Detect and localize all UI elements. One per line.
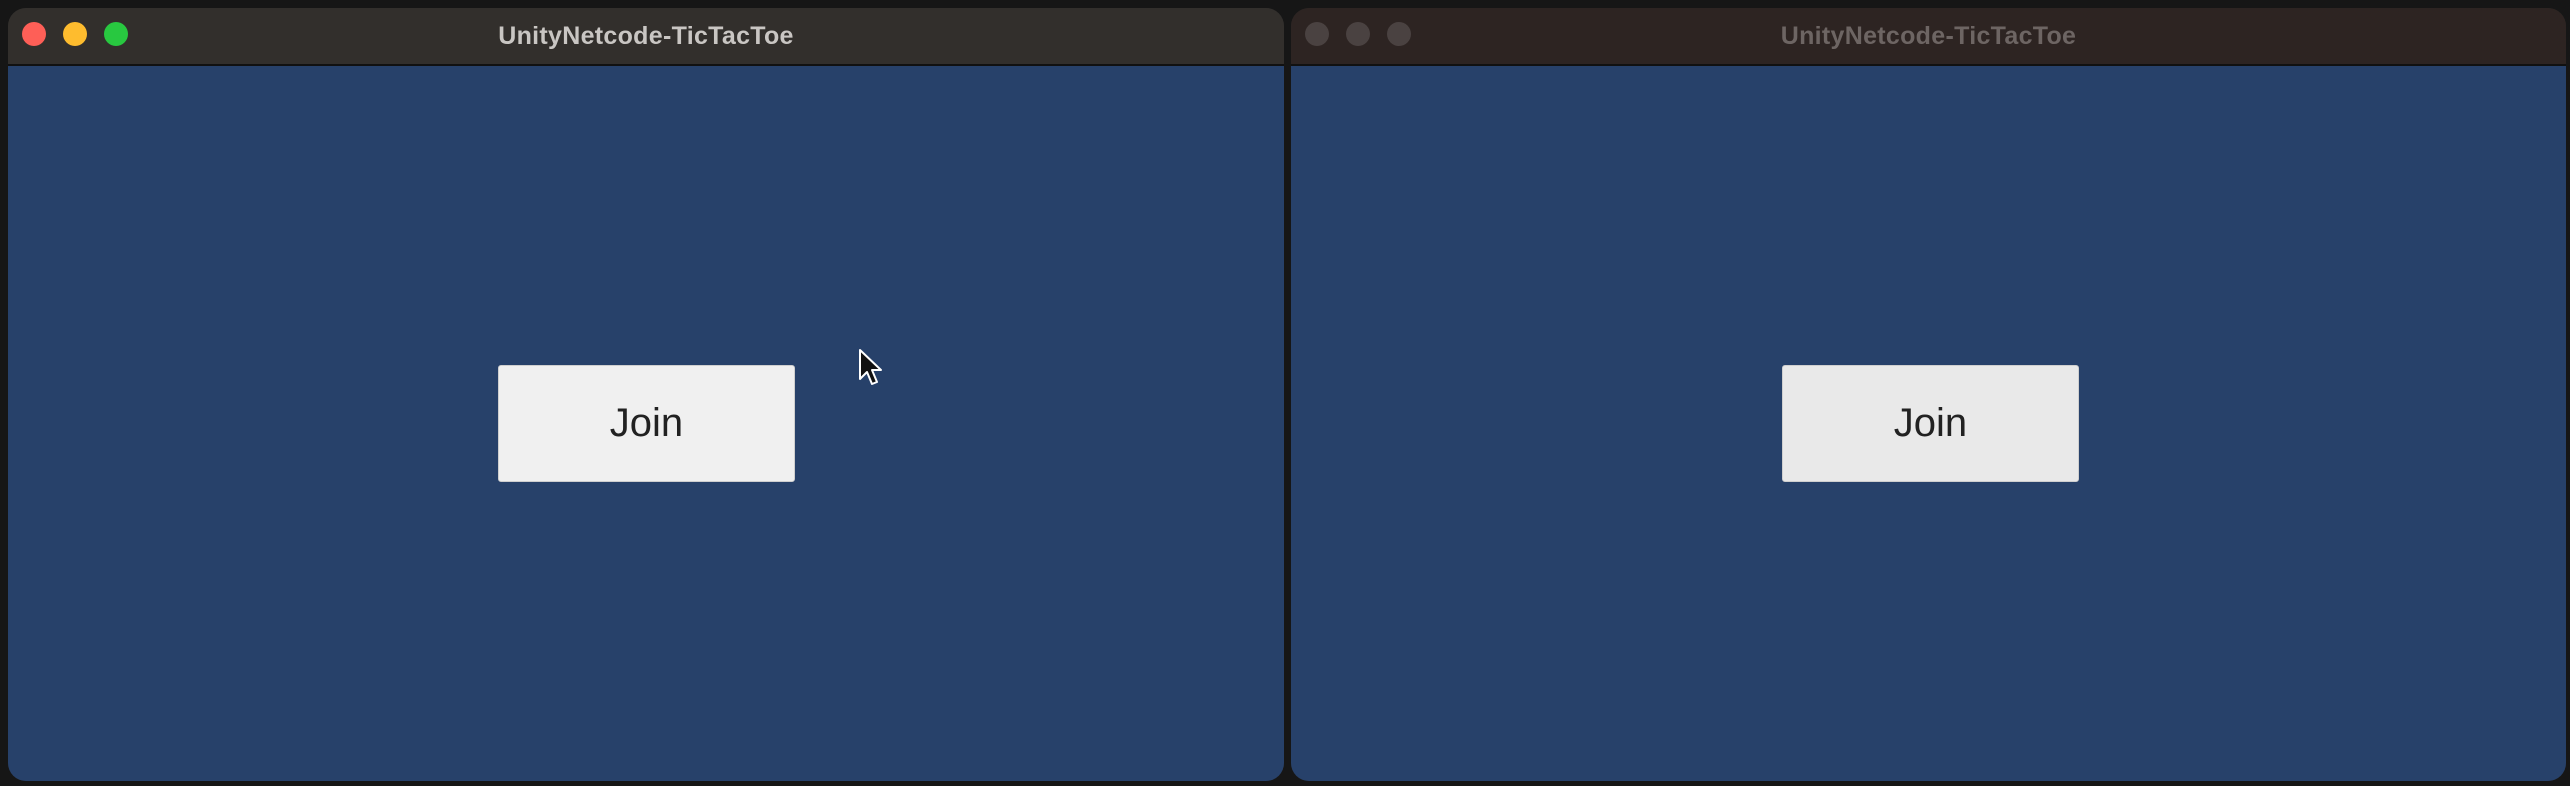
window-titlebar[interactable]: UnityNetcode-TicTacToe (1291, 8, 2566, 66)
join-button[interactable]: Join (498, 365, 795, 482)
window-titlebar[interactable]: UnityNetcode-TicTacToe (8, 8, 1284, 66)
desktop: UnityNetcode-TicTacToe Join UnityNetcode… (0, 0, 2570, 786)
game-view: Join (8, 66, 1284, 781)
window-title: UnityNetcode-TicTacToe (498, 22, 794, 50)
window-title: UnityNetcode-TicTacToe (1780, 22, 2077, 50)
join-button[interactable]: Join (1782, 365, 2079, 482)
game-window-left: UnityNetcode-TicTacToe Join (8, 8, 1284, 781)
game-view: Join (1291, 66, 2566, 781)
mouse-cursor-icon (859, 349, 882, 385)
game-window-right: UnityNetcode-TicTacToe Join (1291, 8, 2566, 781)
